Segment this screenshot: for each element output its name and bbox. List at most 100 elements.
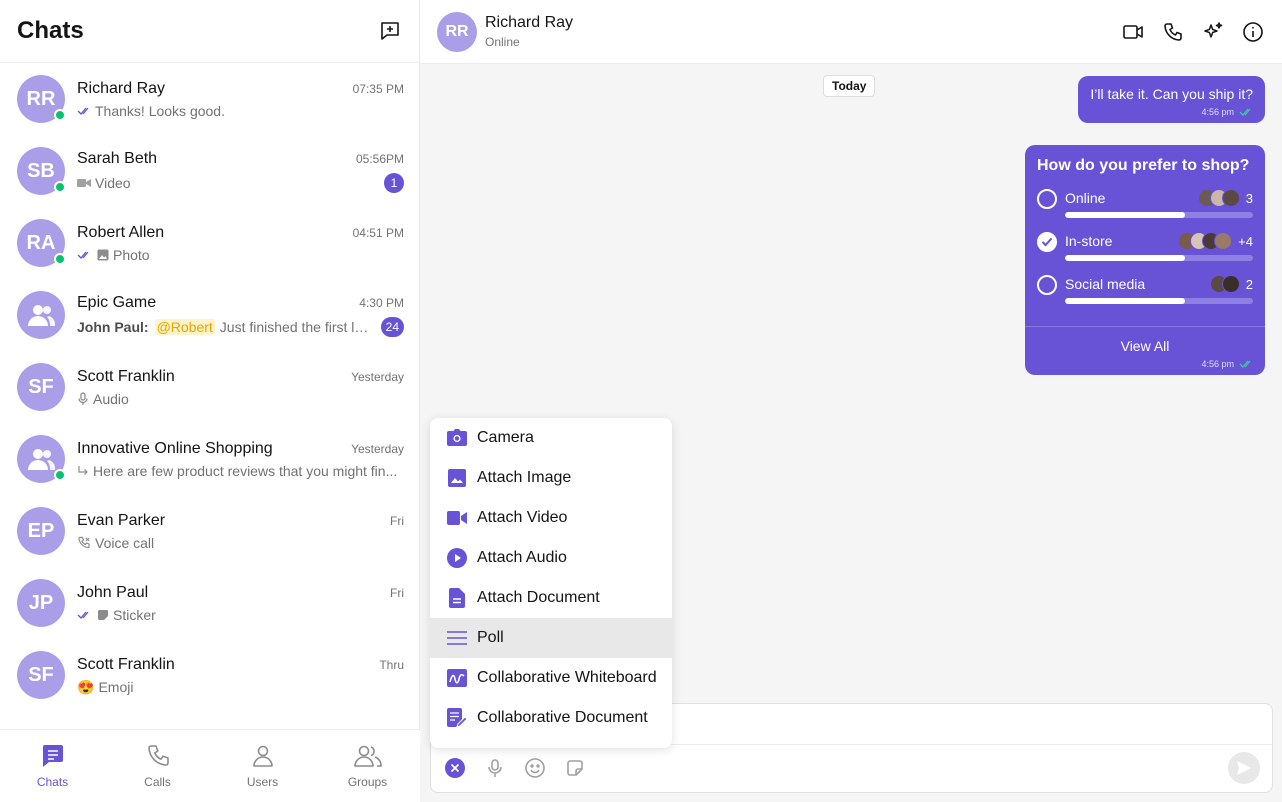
last-message: Voice call bbox=[95, 534, 155, 551]
read-receipt-icon bbox=[1239, 359, 1253, 369]
tab-users[interactable]: Users bbox=[210, 730, 315, 802]
chat-time: 05:56PM bbox=[355, 151, 404, 166]
menu-item-attach-audio[interactable]: Attach Audio bbox=[430, 538, 672, 578]
poll-option[interactable]: Social media 2 bbox=[1037, 274, 1253, 304]
message-time: 4:56 pm bbox=[1201, 359, 1234, 369]
chat-summary: Innovative Online Shopping Yesterday Here … bbox=[77, 440, 404, 479]
contact-name: Richard Ray bbox=[485, 14, 574, 31]
avatar-initials: EP bbox=[27, 519, 55, 542]
camera-icon bbox=[446, 427, 468, 449]
chat-list-item[interactable]: SF Scott Franklin Yesterday Audio bbox=[0, 351, 419, 423]
poll-option[interactable]: Online 3 bbox=[1037, 188, 1253, 218]
group-icon bbox=[353, 743, 383, 769]
tab-chats[interactable]: Chats bbox=[0, 730, 105, 802]
emoji-icon: 😍 bbox=[77, 678, 95, 695]
poll-option[interactable]: In-store +4 bbox=[1037, 231, 1253, 261]
online-status-dot bbox=[54, 469, 66, 481]
bottom-tab-bar: Chats Calls Users Groups bbox=[0, 729, 420, 802]
chat-preview: Photo bbox=[77, 247, 150, 263]
menu-item-attach-document[interactable]: Attach Document bbox=[430, 578, 672, 618]
menu-item-collaborative-whiteboard[interactable]: Collaborative Whiteboard bbox=[430, 658, 672, 698]
chat-list-item[interactable]: RA Robert Allen 04:51 PM Photo bbox=[0, 207, 419, 279]
vote-count: 2 bbox=[1245, 276, 1253, 292]
last-message: Here are few product reviews that you mi… bbox=[93, 462, 398, 479]
menu-item-poll[interactable]: Poll bbox=[430, 618, 672, 658]
chat-preview: Here are few product reviews that you mi… bbox=[77, 463, 397, 479]
ai-sparkle-icon[interactable] bbox=[1201, 20, 1225, 44]
menu-item-label: Collaborative Document bbox=[477, 709, 648, 726]
group-avatar bbox=[17, 435, 66, 483]
read-receipt-icon bbox=[1239, 107, 1253, 117]
poll-option-body: In-store +4 bbox=[1065, 231, 1253, 261]
radio-button[interactable] bbox=[1037, 275, 1057, 295]
menu-item-attach-image[interactable]: Attach Image bbox=[430, 458, 672, 498]
collab-document-icon bbox=[446, 707, 468, 729]
chat-name: Richard Ray bbox=[77, 79, 166, 97]
chat-list-item[interactable]: SB Sarah Beth 05:56PM Video 1 bbox=[0, 135, 419, 207]
tab-label: Chats bbox=[36, 775, 69, 789]
chat-time: 4:30 PM bbox=[359, 295, 404, 310]
emoji-icon[interactable] bbox=[523, 756, 547, 780]
whiteboard-icon bbox=[446, 667, 468, 689]
last-message: Thanks! Looks good. bbox=[95, 102, 225, 119]
group-icon bbox=[27, 448, 55, 470]
send-button[interactable] bbox=[1228, 752, 1260, 784]
avatar: RR bbox=[17, 75, 66, 123]
menu-item-label: Camera bbox=[477, 429, 534, 446]
chat-list-item[interactable]: RR Richard Ray 07:35 PM Thanks! Looks good. bbox=[0, 63, 419, 135]
unread-badge: 24 bbox=[380, 316, 404, 337]
chat-summary: Epic Game 4:30 PM John Paul: @Robert Just fi… bbox=[77, 294, 404, 337]
contact-status: Online bbox=[485, 35, 520, 49]
chat-time: Yesterday bbox=[351, 369, 404, 384]
avatar[interactable]: RR bbox=[437, 11, 477, 52]
sticker-icon[interactable] bbox=[563, 756, 587, 780]
poll-progress-bar bbox=[1065, 212, 1253, 218]
chat-summary: John Paul Fri Sticker bbox=[77, 584, 404, 623]
online-status-dot bbox=[54, 181, 66, 193]
unread-badge: 1 bbox=[384, 172, 404, 193]
chat-list-item[interactable]: Epic Game 4:30 PM John Paul: @Robert Just fi… bbox=[0, 279, 419, 351]
chat-list-item[interactable]: JP John Paul Fri Sticker bbox=[0, 567, 419, 639]
menu-item-label: Attach Document bbox=[477, 589, 600, 606]
chat-summary: Sarah Beth 05:56PM Video 1 bbox=[77, 150, 404, 193]
mic-icon bbox=[77, 391, 89, 406]
header-actions bbox=[1121, 20, 1265, 44]
chat-list-item[interactable]: SF Scott Franklin Thru 😍 Emoji bbox=[0, 639, 419, 711]
video-call-icon[interactable] bbox=[1121, 20, 1145, 44]
menu-item-camera[interactable]: Camera bbox=[430, 418, 672, 458]
group-avatar bbox=[17, 291, 65, 339]
tab-groups[interactable]: Groups bbox=[315, 730, 420, 802]
poll-option-label: Social media bbox=[1065, 276, 1146, 292]
phone-call-icon bbox=[77, 536, 91, 550]
chat-time: Thru bbox=[379, 657, 404, 672]
vote-count: 3 bbox=[1245, 190, 1253, 206]
user-icon bbox=[250, 743, 276, 769]
online-status-dot bbox=[54, 253, 66, 265]
check-icon[interactable] bbox=[1037, 232, 1057, 252]
chat-list-item[interactable]: Innovative Online Shopping Yesterday Here … bbox=[0, 423, 419, 495]
chat-list-item[interactable]: EP Evan Parker Fri Voice call bbox=[0, 495, 419, 567]
chat-summary: Scott Franklin Thru 😍 Emoji bbox=[77, 656, 404, 695]
close-attach-icon[interactable] bbox=[443, 756, 467, 780]
menu-item-attach-video[interactable]: Attach Video bbox=[430, 498, 672, 538]
view-all-button[interactable]: View All bbox=[1037, 327, 1253, 354]
avatar-initials: SB bbox=[27, 159, 55, 182]
avatar: EP bbox=[17, 507, 65, 555]
menu-item-label: Poll bbox=[477, 629, 504, 646]
mic-icon[interactable] bbox=[483, 756, 507, 780]
voice-call-icon[interactable] bbox=[1161, 20, 1185, 44]
outgoing-message[interactable]: I’ll take it. Can you ship it? 4:56 pm bbox=[1078, 76, 1265, 123]
conversation-header: RR Richard Ray Online bbox=[420, 0, 1282, 64]
chat-preview: Audio bbox=[77, 391, 129, 407]
voter-avatar bbox=[1221, 189, 1240, 207]
info-icon[interactable] bbox=[1241, 20, 1265, 44]
chat-time: 07:35 PM bbox=[352, 81, 404, 96]
tab-calls[interactable]: Calls bbox=[105, 730, 210, 802]
poll-progress-fill bbox=[1065, 255, 1186, 261]
tab-label: Calls bbox=[144, 775, 171, 789]
chat-summary: Robert Allen 04:51 PM Photo bbox=[77, 224, 404, 263]
new-chat-icon[interactable] bbox=[378, 19, 402, 43]
menu-item-collaborative-document[interactable]: Collaborative Document bbox=[430, 698, 672, 738]
radio-button[interactable] bbox=[1037, 189, 1057, 209]
chat-name: Evan Parker bbox=[77, 511, 166, 529]
